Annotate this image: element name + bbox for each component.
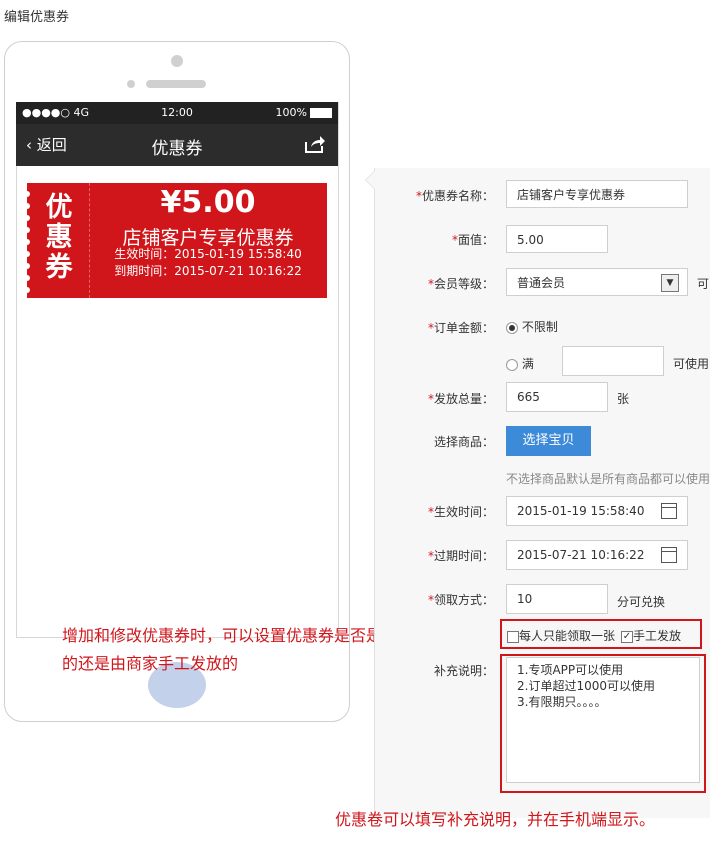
order-amount-input[interactable] <box>562 346 664 376</box>
coupon-end-time: 到期时间：2015-07-21 10:16:22 <box>114 264 302 278</box>
phone-camera <box>171 55 183 67</box>
member-level-select[interactable]: 普通会员 ▼ <box>506 268 688 296</box>
coupon-stub: 优 惠 券 <box>24 183 90 298</box>
start-time-value: 2015-01-19 15:58:40 <box>517 504 645 518</box>
nav-bar: ‹ 返回 优惠券 <box>16 124 338 166</box>
calendar-icon[interactable] <box>661 503 677 519</box>
checkbox-limit-one[interactable]: 每人只能领取一张 <box>507 627 615 644</box>
order-amount-suffix: 可使用 <box>673 357 710 371</box>
total-issue-input[interactable]: 665 <box>506 382 608 412</box>
description-line: 1.专项APP可以使用 <box>517 663 624 677</box>
total-issue-unit: 张 <box>617 392 630 406</box>
radio-over[interactable]: 满 <box>506 355 534 372</box>
description-line: 3.有限期只。。。。 <box>517 695 607 709</box>
annotation-description: 优惠卷可以填写补充说明，并在手机端显示。 <box>335 810 656 829</box>
radio-unlimited[interactable]: 不限制 <box>506 318 558 335</box>
coupon-start-time: 生效时间：2015-01-19 15:58:40 <box>114 247 302 261</box>
label-end-time: *过期时间： <box>427 549 494 563</box>
coupon-card: 优 惠 券 ¥5.00 店铺客户专享优惠券 生效时间：2015-01-19 15… <box>24 183 327 298</box>
page-title: 编辑优惠券 <box>4 10 70 25</box>
radio-icon[interactable] <box>506 321 518 334</box>
claim-points-input[interactable]: 10 <box>506 584 608 614</box>
label-description: 补充说明： <box>433 664 494 678</box>
start-time-input[interactable]: 2015-01-19 15:58:40 <box>506 496 688 526</box>
checkbox-checked-icon[interactable]: ✓ <box>621 630 633 643</box>
label-start-time: *生效时间： <box>427 505 494 519</box>
description-textarea[interactable]: 1.专项APP可以使用 2.订单超过1000可以使用 3.有限期只。。。。 <box>506 657 700 783</box>
label-order-amount: *订单金额： <box>427 321 494 335</box>
calendar-icon[interactable] <box>661 547 677 563</box>
description-line: 2.订单超过1000可以使用 <box>517 679 655 693</box>
member-level-value: 普通会员 <box>517 276 566 290</box>
label-products: 选择商品： <box>433 435 494 449</box>
radio-icon[interactable] <box>506 358 518 371</box>
coupon-tag: 优 惠 券 <box>35 193 83 283</box>
coupon-tag-char: 惠 <box>45 222 73 253</box>
end-time-value: 2015-07-21 10:16:22 <box>517 548 645 562</box>
label-face-value: *面值： <box>451 233 494 247</box>
member-level-trailing: 可 <box>697 277 710 291</box>
face-value-input[interactable]: 5.00 <box>506 225 608 253</box>
coupon-tag-char: 券 <box>45 252 73 283</box>
nav-title: 优惠券 <box>151 139 203 159</box>
coupon-name-input[interactable]: 店铺客户专享优惠券 <box>506 180 688 208</box>
share-icon[interactable] <box>304 134 326 154</box>
coupon-amount: ¥5.00 <box>160 185 256 220</box>
label-coupon-name: *优惠券名称： <box>415 189 494 203</box>
battery-icon <box>310 108 332 118</box>
claim-points-suffix: 分可兑换 <box>617 595 666 609</box>
checkbox-icon[interactable] <box>507 630 519 643</box>
chevron-down-icon[interactable]: ▼ <box>661 274 679 292</box>
label-member-level: *会员等级： <box>427 277 494 291</box>
battery-percent: 100% <box>275 106 307 119</box>
select-products-button[interactable]: 选择宝贝 <box>506 426 591 456</box>
coupon-tag-char: 优 <box>45 192 73 223</box>
label-claim-method: *领取方式： <box>427 593 494 607</box>
checkbox-manual[interactable]: ✓ 手工发放 <box>621 627 681 644</box>
phone-speaker <box>146 80 206 88</box>
status-bar: ●●●●○ 4G 12:00 100% <box>16 102 338 124</box>
label-total-issue: *发放总量： <box>427 392 494 406</box>
products-hint: 不选择商品默认是所有商品都可以使用 <box>506 472 710 486</box>
phone-sensor <box>127 80 135 88</box>
battery-indicator: 100% <box>276 106 332 119</box>
end-time-input[interactable]: 2015-07-21 10:16:22 <box>506 540 688 570</box>
